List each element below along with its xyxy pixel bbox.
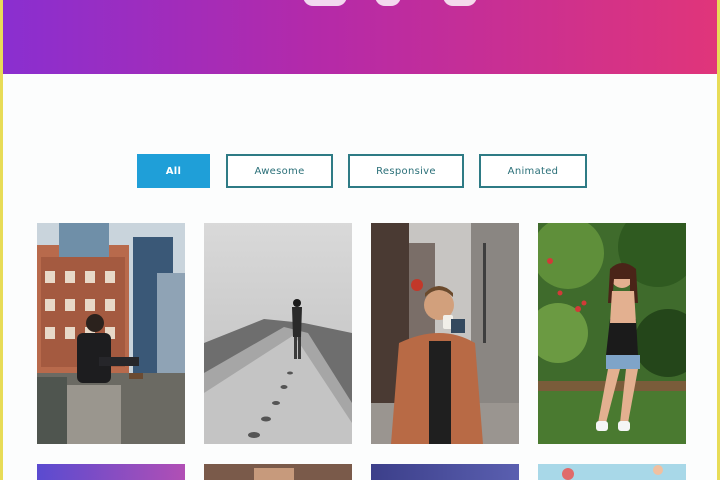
- gallery-photo-coffee[interactable]: [371, 223, 519, 444]
- filter-animated-button[interactable]: Animated: [479, 154, 587, 188]
- gallery-photo-garden[interactable]: [538, 223, 686, 444]
- hero-banner: [3, 0, 717, 74]
- filter-awesome-button[interactable]: Awesome: [226, 154, 333, 188]
- gallery-photo-row2-1[interactable]: [37, 464, 185, 480]
- filter-bar: All Awesome Responsive Animated: [3, 154, 717, 188]
- gallery-photo-row2-3[interactable]: [371, 464, 519, 480]
- gallery-photo-row2-2[interactable]: [204, 464, 352, 480]
- rooftop-photo-image: [37, 223, 185, 444]
- page: All Awesome Responsive Animated: [3, 0, 717, 480]
- coffee-photo-image: [371, 223, 519, 444]
- dune-photo-image: [204, 223, 352, 444]
- row2-photo-4-image: [538, 464, 686, 480]
- filter-responsive-button[interactable]: Responsive: [348, 154, 464, 188]
- hero-title-fragment: [375, 0, 401, 6]
- gallery-photo-row2-4[interactable]: [538, 464, 686, 480]
- gallery-photo-dune[interactable]: [204, 223, 352, 444]
- row2-photo-3-image: [371, 464, 519, 480]
- gallery-photo-rooftop[interactable]: [37, 223, 185, 444]
- garden-photo-image: [538, 223, 686, 444]
- hero-title-fragment: [443, 0, 477, 6]
- row2-photo-1-image: [37, 464, 185, 480]
- row2-photo-2-image: [204, 464, 352, 480]
- hero-title-fragment: [303, 0, 347, 6]
- filter-all-button[interactable]: All: [137, 154, 210, 188]
